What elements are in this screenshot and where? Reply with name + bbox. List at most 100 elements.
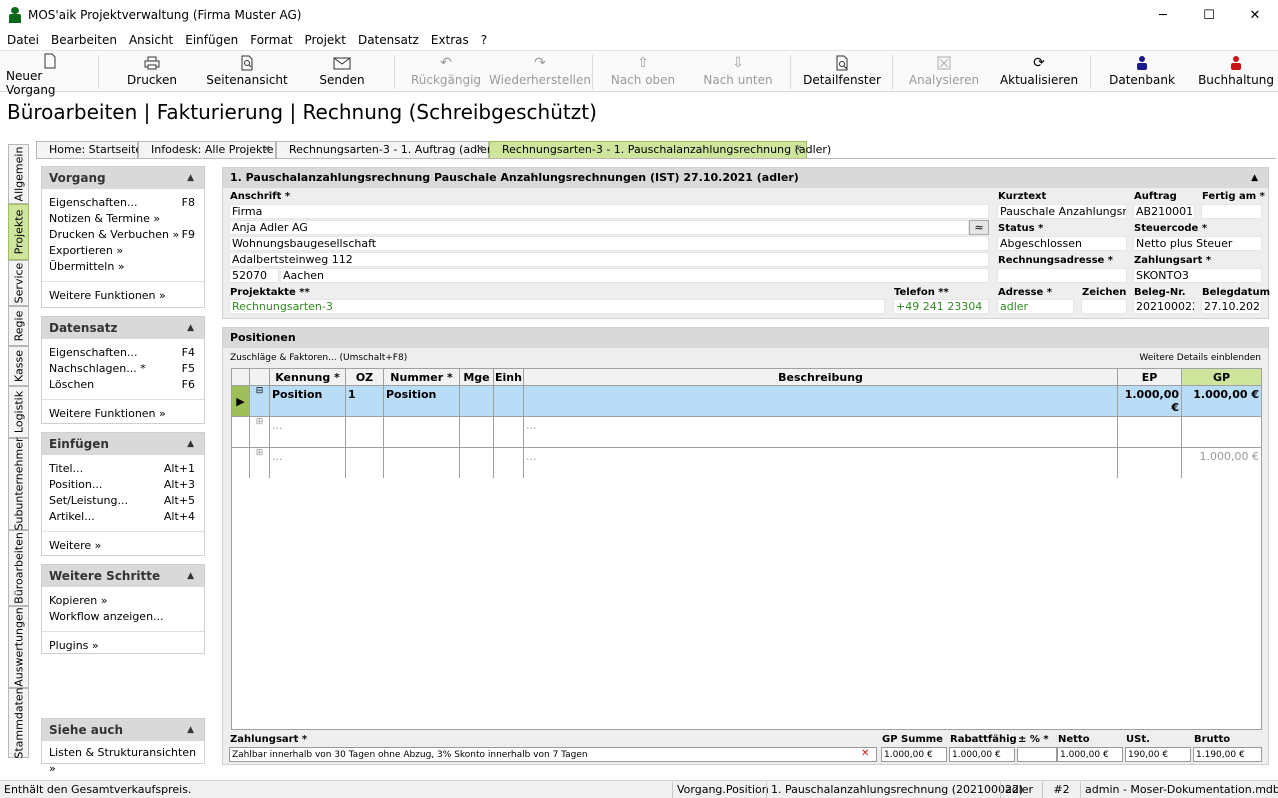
footer-zahlungsart-field[interactable]: Zahlbar innerhalb von 30 Tagen ohne Abzu… — [229, 747, 877, 762]
close-tab-icon[interactable]: ✕ — [794, 142, 802, 158]
anschrift-line-2[interactable]: Anja Adler AG — [229, 220, 969, 235]
vtab-service[interactable]: Service — [8, 260, 29, 306]
nach-oben-button[interactable]: ⇧ Nach oben — [608, 53, 678, 91]
cell-mge[interactable] — [459, 385, 494, 417]
anschrift-line-3[interactable]: Wohnungsbaugesellschaft — [229, 236, 989, 251]
cell-beschreibung[interactable] — [523, 385, 1118, 417]
cell-einh[interactable] — [493, 447, 524, 479]
tab-auftrag[interactable]: Rechnungsarten-3 - 1. Auftrag (adler) ✕ — [276, 141, 496, 159]
cell-oz[interactable]: 1 — [345, 385, 384, 417]
collapse-row-icon[interactable]: ⊟ — [249, 385, 270, 417]
cell-kennung[interactable]: ... — [269, 447, 346, 479]
table-row[interactable]: ⊞ ... ... — [231, 416, 1262, 448]
close-tab-icon[interactable]: ✕ — [476, 142, 484, 158]
menu-projekt[interactable]: Projekt — [299, 33, 352, 47]
rechnungsadresse-field[interactable] — [997, 268, 1127, 283]
datenbank-button[interactable]: Datenbank — [1106, 53, 1178, 91]
table-row[interactable]: ▶ ⊟ Position 1 Position 1.000,00 € 1.000… — [231, 385, 1262, 417]
add-row-icon[interactable]: ⊞ — [249, 447, 270, 479]
menu-help[interactable]: ? — [475, 33, 493, 47]
sidebar-item-eigenschaften[interactable]: Eigenschaften... F4 — [42, 345, 204, 361]
brutto-field[interactable]: 1.190,00 € — [1193, 747, 1262, 762]
rueckgaengig-button[interactable]: ↶ Rückgängig — [408, 53, 484, 91]
menu-datei[interactable]: Datei — [0, 33, 45, 47]
vtab-allgemein[interactable]: Allgemein — [8, 144, 29, 204]
row-selector-icon[interactable]: ▶ — [231, 385, 250, 417]
drucken-button[interactable]: Drucken — [112, 53, 192, 91]
belegnr-field[interactable]: 202100022 — [1133, 299, 1195, 314]
column-mge[interactable]: Mge — [459, 368, 494, 386]
collapse-icon[interactable]: ▲ — [187, 565, 194, 587]
sidebar-item-artikel[interactable]: Artikel... Alt+4 — [42, 509, 204, 525]
column-ep[interactable]: EP — [1117, 368, 1182, 386]
cell-beschreibung[interactable]: ... — [523, 447, 1118, 479]
tab-pauschalanzahlungsrechnung[interactable]: Rechnungsarten-3 - 1. Pauschalanzahlungs… — [489, 141, 831, 159]
menu-ansicht[interactable]: Ansicht — [123, 33, 179, 47]
sidebar-item-nachschlagen[interactable]: Nachschlagen... * F5 — [42, 361, 204, 377]
column-kennung[interactable]: Kennung * — [269, 368, 346, 386]
vtab-kasse[interactable]: Kasse — [8, 346, 29, 386]
sidebar-item-exportieren[interactable]: Exportieren » — [42, 243, 204, 259]
cell-gp[interactable]: 1.000,00 € — [1181, 385, 1262, 417]
vtab-regie[interactable]: Regie — [8, 306, 29, 346]
cell-gp[interactable]: 1.000,00 € — [1181, 447, 1262, 479]
vtab-subunternehmer[interactable]: Subunternehmer — [8, 437, 29, 531]
tab-infodesk[interactable]: Infodesk: Alle Projekte ✕ — [138, 141, 276, 159]
maximize-button[interactable]: ☐ — [1186, 0, 1232, 30]
cell-gp[interactable] — [1181, 416, 1262, 448]
sidebar-item-set-leistung[interactable]: Set/Leistung... Alt+5 — [42, 493, 204, 509]
sidebar-item-weitere-funktionen[interactable]: Weitere Funktionen » — [42, 288, 204, 304]
column-oz[interactable]: OZ — [345, 368, 384, 386]
weitere-details-link[interactable]: Weitere Details einblenden — [1139, 353, 1261, 363]
menu-datensatz[interactable]: Datensatz — [352, 33, 425, 47]
kurztext-field[interactable]: Pauschale Anzahlungsrech — [997, 204, 1127, 219]
cell-kennung[interactable]: ... — [269, 416, 346, 448]
anschrift-line-4[interactable]: Adalbertsteinweg 112 — [229, 252, 989, 267]
belegdatum-field[interactable]: 27.10.2021 — [1201, 299, 1262, 314]
sidebar-item-weitere-funktionen[interactable]: Weitere Funktionen » — [42, 406, 204, 422]
sidebar-item-plugins[interactable]: Plugins » — [42, 638, 204, 654]
vorgang-header[interactable]: Vorgang ▲ — [42, 167, 204, 189]
cell-ep[interactable] — [1117, 447, 1182, 479]
close-button[interactable]: ✕ — [1232, 0, 1278, 30]
steuercode-field[interactable]: Netto plus Steuer — [1133, 236, 1262, 251]
collapse-icon[interactable]: ▲ — [1251, 168, 1258, 188]
senden-button[interactable]: Senden — [310, 53, 374, 91]
collapse-icon[interactable]: ▲ — [187, 433, 194, 455]
seitenansicht-button[interactable]: Seitenansicht — [204, 53, 290, 91]
einfuegen-header[interactable]: Einfügen ▲ — [42, 433, 204, 455]
siehe-auch-header[interactable]: Siehe auch ▲ — [42, 719, 204, 741]
nach-unten-button[interactable]: ⇩ Nach unten — [700, 53, 776, 91]
detailfenster-button[interactable]: Detailfenster — [803, 53, 881, 91]
cell-mge[interactable] — [459, 447, 494, 479]
fertig-am-field[interactable] — [1201, 204, 1262, 219]
menu-bearbeiten[interactable]: Bearbeiten — [45, 33, 123, 47]
cell-nummer[interactable] — [383, 447, 460, 479]
cell-ep[interactable] — [1117, 416, 1182, 448]
netto-field[interactable]: 1.000,00 € — [1057, 747, 1123, 762]
projektakte-link[interactable]: Rechnungsarten-3 — [229, 299, 885, 314]
auftrag-field[interactable]: AB2100016 — [1133, 204, 1195, 219]
vtab-auswertungen[interactable]: Auswertungen — [8, 606, 29, 688]
zeichen-field[interactable] — [1081, 299, 1127, 314]
expand-row-icon[interactable]: ⊞ — [249, 416, 270, 448]
weitere-schritte-header[interactable]: Weitere Schritte ▲ — [42, 565, 204, 587]
address-picker-icon[interactable]: ≈ — [969, 220, 989, 235]
status-field[interactable]: Abgeschlossen — [997, 236, 1127, 251]
aktualisieren-button[interactable]: ⟳ Aktualisieren — [998, 53, 1080, 91]
rabattfaehig-field[interactable]: 1.000,00 € — [949, 747, 1015, 762]
zahlungsart-field[interactable]: SKONTO3 — [1133, 268, 1262, 283]
sidebar-item-titel[interactable]: Titel... Alt+1 — [42, 461, 204, 477]
cell-mge[interactable] — [459, 416, 494, 448]
menu-einfuegen[interactable]: Einfügen — [179, 33, 244, 47]
anschrift-line-1[interactable]: Firma — [229, 204, 989, 219]
vtab-bueroarbeiten[interactable]: Büroarbeiten — [8, 530, 29, 606]
ust-field[interactable]: 190,00 € — [1125, 747, 1191, 762]
wiederherstellen-button[interactable]: ↷ Wiederherstellen — [489, 53, 591, 91]
sidebar-item-notizen[interactable]: Notizen & Termine » — [42, 211, 204, 227]
cell-beschreibung[interactable]: ... — [523, 416, 1118, 448]
cell-einh[interactable] — [493, 385, 524, 417]
menu-format[interactable]: Format — [244, 33, 298, 47]
sidebar-item-workflow[interactable]: Workflow anzeigen... — [42, 609, 204, 625]
tab-home[interactable]: Home: Startseite — [36, 141, 142, 159]
